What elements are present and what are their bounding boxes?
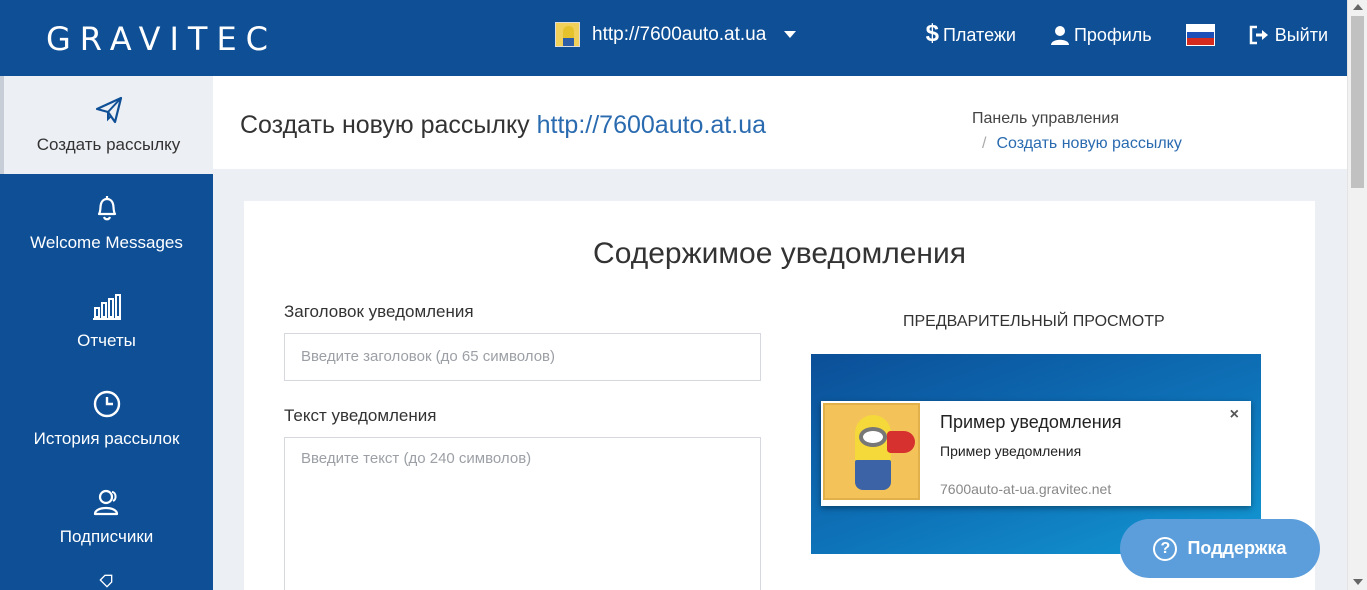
title-field-label: Заголовок уведомления: [284, 302, 474, 321]
breadcrumb: Панель управления / Создать новую рассылк…: [972, 106, 1182, 156]
notification-preview: Пример уведомления Пример уведомления 76…: [821, 401, 1251, 506]
page-title-site-link[interactable]: http://7600auto.at.ua: [537, 111, 766, 139]
paper-plane-icon: [95, 96, 122, 124]
bar-chart-icon: [92, 294, 121, 320]
breadcrumb-root[interactable]: Панель управления: [972, 106, 1182, 131]
profile-link[interactable]: Профиль: [1050, 25, 1152, 46]
sidebar-item-label: Создать рассылку: [36, 135, 181, 154]
sidebar-item-label: Отчеты: [77, 331, 136, 350]
bell-icon: [97, 196, 116, 221]
sidebar-item-subscribers[interactable]: Подписчики: [0, 468, 213, 566]
sidebar-item-reports[interactable]: Отчеты: [0, 272, 213, 370]
sidebar-item-mailing-history[interactable]: История рассылок: [0, 370, 213, 468]
page-scrollbar[interactable]: [1347, 0, 1367, 590]
notification-image: [823, 403, 920, 500]
logout-link[interactable]: Выйти: [1249, 25, 1328, 46]
page-title: Создать новую рассылку http://7600auto.a…: [240, 111, 766, 140]
section-title: Содержимое уведомления: [593, 237, 966, 270]
notification-text-input[interactable]: Введите текст (до 240 символов): [284, 437, 761, 590]
scroll-up-icon[interactable]: [1353, 4, 1363, 10]
clock-icon: [93, 390, 120, 418]
logout-label: Выйти: [1274, 24, 1328, 45]
text-field-label: Текст уведомления: [284, 406, 437, 425]
user-icon: [1050, 26, 1069, 45]
breadcrumb-current[interactable]: Создать новую рассылку: [996, 135, 1181, 152]
notification-preview-domain: 7600auto-at-ua.gravitec.net: [940, 481, 1112, 497]
support-label: Поддержка: [1187, 538, 1287, 558]
top-nav: $ Платежи Профиль Выйти: [925, 19, 1328, 47]
support-button[interactable]: ? Поддержка: [1120, 519, 1320, 578]
site-thumbnail: [555, 22, 580, 47]
profile-label: Профиль: [1073, 24, 1152, 45]
scroll-down-icon[interactable]: [1353, 579, 1363, 585]
dollar-icon: $: [925, 19, 939, 47]
payments-label: Платежи: [942, 24, 1016, 45]
users-icon: [93, 489, 118, 516]
sign-out-icon: [1249, 25, 1268, 45]
page-title-text: Создать новую рассылку: [240, 111, 530, 139]
close-icon[interactable]: ×: [1230, 406, 1239, 424]
sidebar: Создать рассылку Welcome Messages Отчеты…: [0, 76, 213, 590]
notification-title-input[interactable]: Введите заголовок (до 65 символов): [284, 333, 761, 381]
question-icon: ?: [1153, 536, 1178, 561]
gravitec-logo[interactable]: GRAVITEC: [46, 20, 277, 58]
sidebar-item-label: Welcome Messages: [30, 233, 183, 252]
sidebar-item-welcome-messages[interactable]: Welcome Messages: [0, 174, 213, 272]
sidebar-item-create-mailing[interactable]: Создать рассылку: [0, 76, 213, 174]
sidebar-item-more[interactable]: [0, 566, 213, 590]
russian-flag-icon[interactable]: [1185, 24, 1215, 46]
tag-icon: [98, 574, 112, 588]
site-selector[interactable]: http://7600auto.at.ua: [555, 22, 797, 47]
chevron-down-icon: [784, 31, 797, 38]
payments-link[interactable]: $ Платежи: [925, 19, 1016, 47]
top-navbar: GRAVITEC http://7600auto.at.ua $ Платежи…: [0, 0, 1347, 76]
notification-preview-title: Пример уведомления: [940, 412, 1122, 432]
sidebar-item-label: История рассылок: [33, 429, 180, 448]
notification-preview-body: Пример уведомления: [940, 443, 1082, 459]
sidebar-item-label: Подписчики: [59, 527, 154, 546]
page-header: Создать новую рассылку http://7600auto.a…: [213, 76, 1347, 169]
scroll-thumb[interactable]: [1351, 16, 1364, 188]
site-url: http://7600auto.at.ua: [592, 23, 767, 45]
preview-label: ПРЕДВАРИТЕЛЬНЫЙ ПРОСМОТР: [903, 313, 1165, 330]
breadcrumb-separator: /: [982, 135, 987, 152]
